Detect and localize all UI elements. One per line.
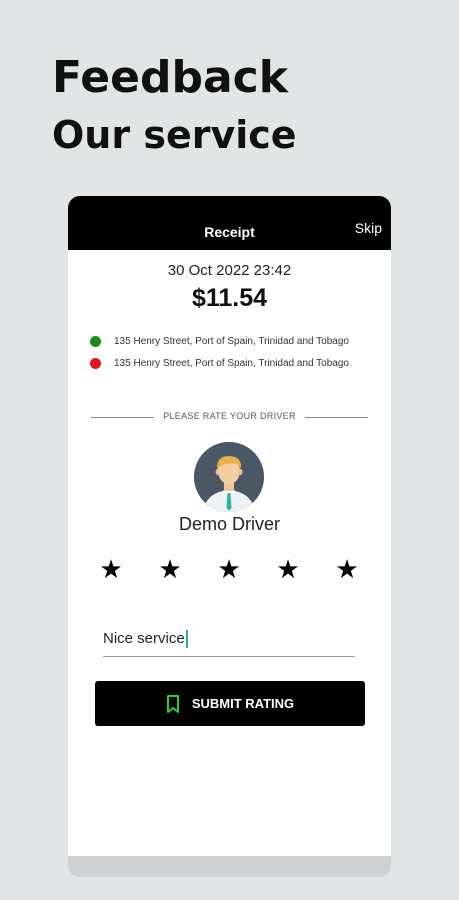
hero-subtitle: Our service	[52, 113, 297, 157]
dropoff-dot-icon	[90, 357, 101, 369]
star-icon[interactable]: ★	[150, 554, 190, 584]
bookmark-icon	[166, 694, 179, 713]
divider-right	[305, 417, 368, 418]
phone-screen: Receipt Skip 30 Oct 2022 23:42 $11.54 13…	[68, 196, 391, 856]
pickup-dot-icon	[90, 335, 101, 347]
star-icon[interactable]: ★	[209, 554, 249, 584]
skip-button[interactable]: Skip	[355, 220, 382, 236]
app-bar: Receipt Skip	[68, 196, 391, 250]
driver-avatar	[194, 442, 264, 512]
pickup-row: 135 Henry Street, Port of Spain, Trinida…	[90, 334, 349, 348]
trip-date: 30 Oct 2022 23:42	[167, 262, 292, 279]
app-bar-title: Receipt	[204, 224, 255, 240]
person-avatar-icon	[194, 442, 264, 512]
star-icon[interactable]: ★	[91, 554, 131, 584]
trip-amount: $11.54	[191, 284, 268, 312]
hero-title: Feedback	[52, 52, 288, 103]
rate-driver-label: PLEASE RATE YOUR DRIVER	[163, 411, 296, 421]
dropoff-row: 135 Henry Street, Port of Spain, Trinida…	[90, 356, 349, 370]
text-caret	[185, 630, 188, 649]
star-icon[interactable]: ★	[327, 554, 367, 584]
driver-name: Demo Driver	[178, 514, 280, 534]
comment-value: Nice service	[103, 630, 185, 647]
star-rating: ★ ★ ★ ★ ★	[91, 554, 367, 584]
star-icon[interactable]: ★	[268, 554, 308, 584]
comment-input[interactable]: Nice service	[103, 624, 355, 657]
pickup-address: 135 Henry Street, Port of Spain, Trinida…	[114, 335, 349, 347]
submit-rating-label: SUBMIT RATING	[191, 696, 295, 711]
submit-rating-button[interactable]: SUBMIT RATING	[95, 681, 365, 726]
dropoff-address: 135 Henry Street, Port of Spain, Trinida…	[114, 357, 349, 369]
